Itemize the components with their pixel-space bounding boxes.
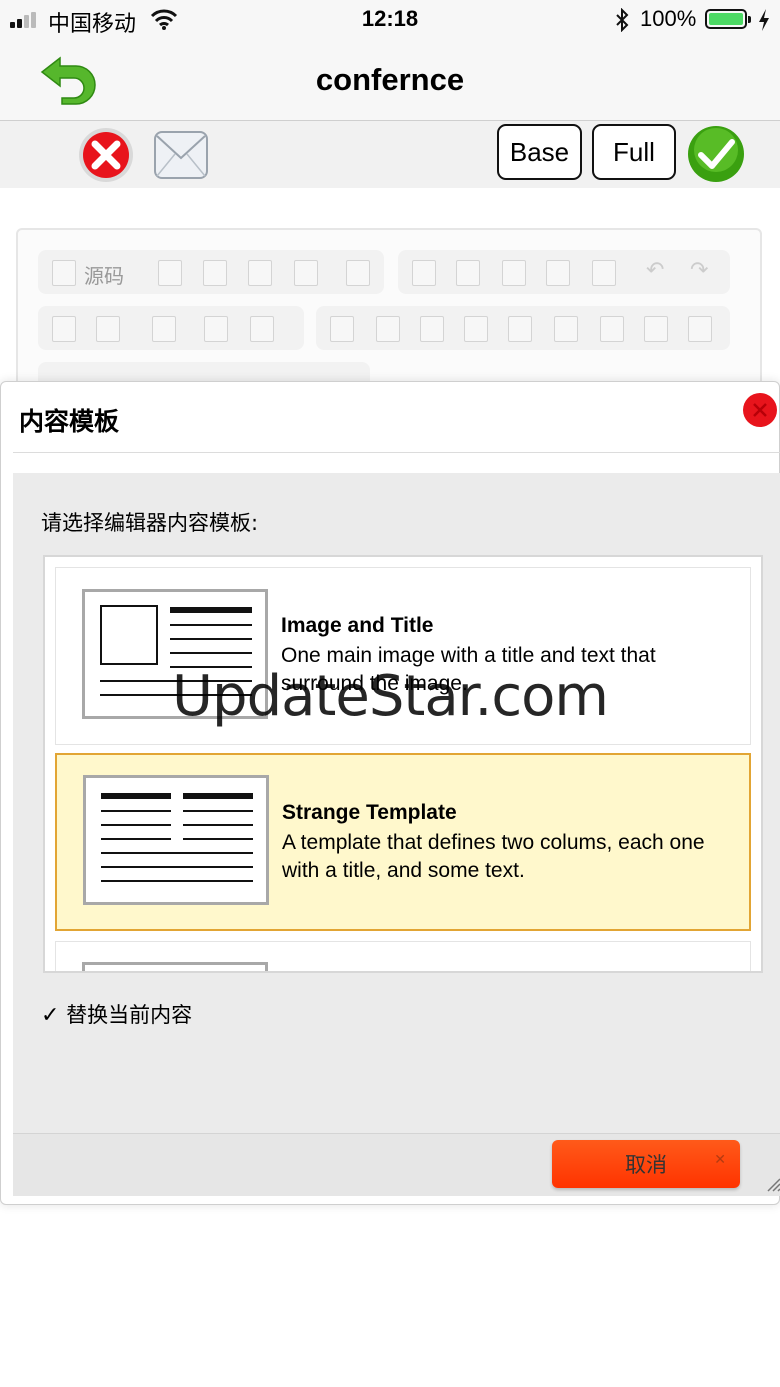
template-list[interactable]: Image and Title One main image with a ti… (43, 555, 763, 973)
print-icon[interactable] (294, 260, 318, 286)
form-icon[interactable] (330, 316, 354, 342)
dialog-footer: 取消 ✕ (13, 1133, 780, 1196)
cut-icon[interactable] (412, 260, 436, 286)
template-item-strange-template[interactable]: Strange Template A template that defines… (55, 753, 751, 931)
dialog-divider (13, 452, 780, 453)
scayt-icon[interactable] (250, 316, 274, 342)
cancel-button-label: 取消 (625, 1153, 667, 1177)
page-title: confernce (315, 62, 465, 97)
replace-content-label: 替换当前内容 (66, 1003, 193, 1027)
template-name: Strange Template (282, 801, 457, 824)
base-button[interactable]: Base (497, 124, 582, 180)
redo-icon[interactable]: ↷ (690, 258, 708, 283)
checkmark-icon: ✓ (41, 1003, 60, 1028)
preview-icon[interactable] (248, 260, 272, 286)
battery-icon (705, 9, 751, 29)
dialog-title: 内容模板 (19, 407, 120, 436)
undo-icon[interactable]: ↶ (646, 258, 664, 283)
battery-percent: 100% (640, 6, 697, 31)
editor-toolbar: Base Full (0, 121, 780, 188)
checkbox-icon[interactable] (376, 316, 400, 342)
charging-icon (759, 9, 769, 31)
editor-frame: 源码 ↶ ↷ (16, 228, 762, 406)
resize-handle-icon[interactable] (763, 1174, 780, 1192)
template-thumbnail (83, 775, 269, 905)
paste-icon[interactable] (502, 260, 526, 286)
cancel-button[interactable]: 取消 ✕ (552, 1140, 740, 1188)
delete-icon[interactable] (77, 126, 135, 184)
paste-word-icon[interactable] (592, 260, 616, 286)
image-button-icon[interactable] (644, 316, 668, 342)
select-all-icon[interactable] (152, 316, 176, 342)
close-icon[interactable] (742, 392, 778, 428)
button-field-icon[interactable] (600, 316, 624, 342)
templates-icon[interactable] (346, 260, 370, 286)
textarea-icon[interactable] (508, 316, 532, 342)
nav-bar: confernce (0, 40, 780, 121)
source-icon[interactable] (52, 260, 76, 286)
template-description: A template that defines two colums, each… (282, 831, 705, 882)
toolbar-group-document: 源码 (38, 250, 384, 294)
confirm-check-icon[interactable] (686, 124, 746, 184)
bluetooth-icon (616, 8, 629, 32)
replace-content-checkbox[interactable]: ✓ 替换当前内容 (41, 999, 192, 1029)
paste-text-icon[interactable] (546, 260, 570, 286)
toolbar-group-forms (316, 306, 730, 350)
watermark: UpdateStar.com (172, 664, 609, 729)
mail-icon[interactable] (153, 128, 209, 182)
dialog-prompt: 请选择编辑器内容模板: (41, 511, 259, 535)
small-close-icon: ✕ (714, 1152, 726, 1168)
copy-icon[interactable] (456, 260, 480, 286)
select-field-icon[interactable] (554, 316, 578, 342)
find-icon[interactable] (52, 316, 76, 342)
full-button[interactable]: Full (592, 124, 676, 180)
radio-icon[interactable] (420, 316, 444, 342)
dialog-body: 请选择编辑器内容模板: Image and Title One main ima… (13, 473, 780, 1133)
hidden-field-icon[interactable] (688, 316, 712, 342)
template-dialog: 内容模板 请选择编辑器内容模板: Image and Title One mai… (0, 381, 780, 1205)
new-page-icon[interactable] (203, 260, 227, 286)
spellcheck-icon[interactable] (204, 316, 228, 342)
save-icon[interactable] (158, 260, 182, 286)
template-name: Image and Title (281, 614, 434, 637)
source-button-label[interactable]: 源码 (84, 260, 124, 289)
status-bar: 中国移动 12:18 100% (0, 0, 780, 40)
template-item-partial[interactable] (55, 941, 751, 971)
toolbar-group-clipboard: ↶ ↷ (398, 250, 730, 294)
template-thumbnail (82, 962, 268, 971)
toolbar-group-editing (38, 306, 304, 350)
textfield-icon[interactable] (464, 316, 488, 342)
replace-icon[interactable] (96, 316, 120, 342)
